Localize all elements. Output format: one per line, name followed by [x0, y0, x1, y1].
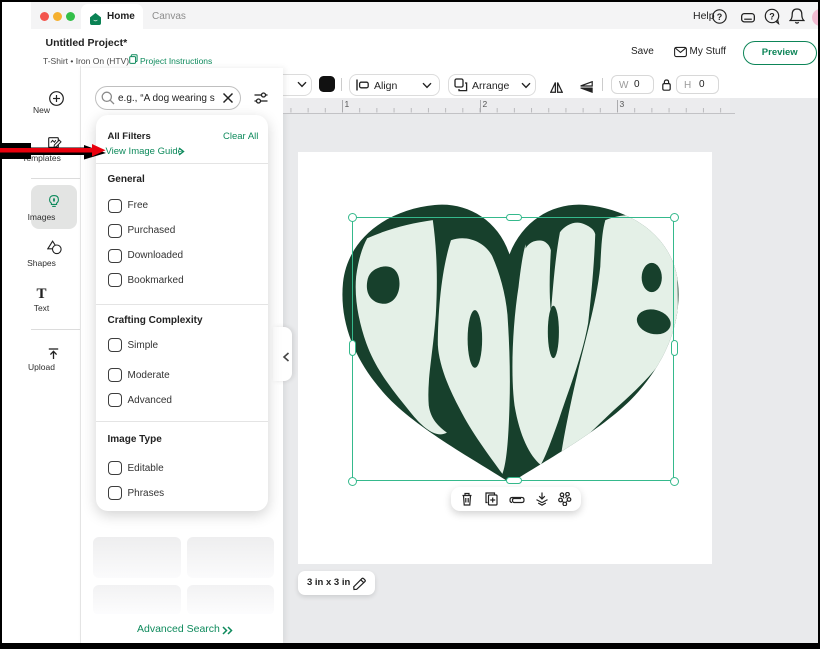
svg-text:3: 3: [620, 99, 625, 109]
svg-text:1: 1: [345, 99, 350, 109]
svg-text:?: ?: [769, 11, 775, 21]
svg-text:2: 2: [483, 99, 488, 109]
svg-text:?: ?: [717, 12, 723, 22]
